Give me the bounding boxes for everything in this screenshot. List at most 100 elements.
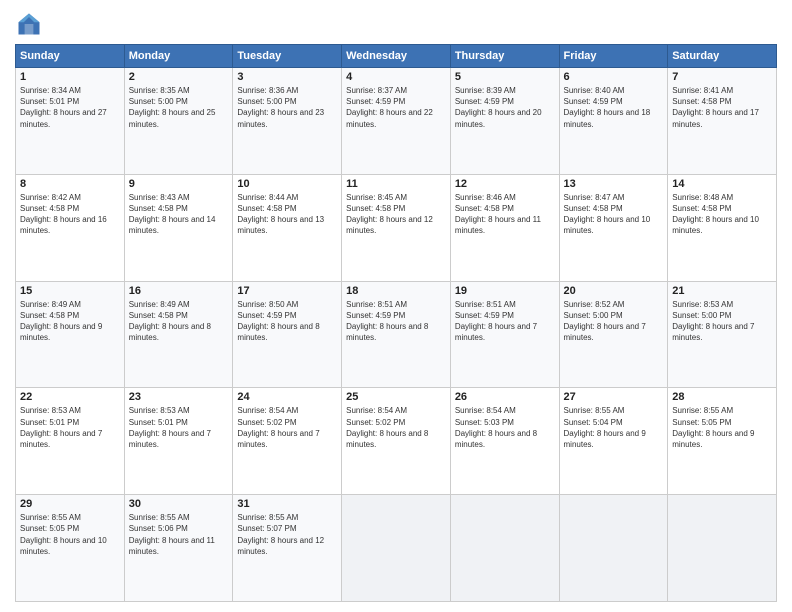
day-number: 8	[20, 178, 120, 190]
day-cell: 5 Sunrise: 8:39 AMSunset: 4:59 PMDaylight…	[450, 68, 559, 175]
day-info: Sunrise: 8:55 AMSunset: 5:05 PMDaylight:…	[20, 513, 107, 556]
day-cell: 28 Sunrise: 8:55 AMSunset: 5:05 PMDayligh…	[668, 388, 777, 495]
col-header-thursday: Thursday	[450, 45, 559, 68]
day-number: 27	[564, 391, 664, 403]
day-number: 24	[237, 391, 337, 403]
day-cell	[668, 495, 777, 602]
day-number: 7	[672, 71, 772, 83]
day-info: Sunrise: 8:46 AMSunset: 4:58 PMDaylight:…	[455, 193, 541, 236]
day-cell: 26 Sunrise: 8:54 AMSunset: 5:03 PMDayligh…	[450, 388, 559, 495]
day-info: Sunrise: 8:48 AMSunset: 4:58 PMDaylight:…	[672, 193, 759, 236]
col-header-tuesday: Tuesday	[233, 45, 342, 68]
day-cell: 17Sunrise: 8:50 AMSunset: 4:59 PMDayligh…	[233, 281, 342, 388]
day-cell: 2 Sunrise: 8:35 AMSunset: 5:00 PMDaylight…	[124, 68, 233, 175]
day-info: Sunrise: 8:34 AMSunset: 5:01 PMDaylight:…	[20, 86, 107, 129]
day-number: 21	[672, 285, 772, 297]
day-info: Sunrise: 8:44 AMSunset: 4:58 PMDaylight:…	[237, 193, 324, 236]
day-info: Sunrise: 8:39 AMSunset: 4:59 PMDaylight:…	[455, 86, 542, 129]
day-cell: 4Sunrise: 8:37 AMSunset: 4:59 PMDaylight…	[342, 68, 451, 175]
day-info: Sunrise: 8:54 AMSunset: 5:03 PMDaylight:…	[455, 406, 537, 449]
day-number: 20	[564, 285, 664, 297]
day-cell: 7 Sunrise: 8:41 AMSunset: 4:58 PMDaylight…	[668, 68, 777, 175]
logo	[15, 10, 47, 38]
day-number: 25	[346, 391, 446, 403]
day-info: Sunrise: 8:51 AMSunset: 4:59 PMDaylight:…	[455, 300, 537, 343]
col-header-friday: Friday	[559, 45, 668, 68]
day-info: Sunrise: 8:51 AMSunset: 4:59 PMDaylight:…	[346, 300, 428, 343]
day-cell: 20 Sunrise: 8:52 AMSunset: 5:00 PMDayligh…	[559, 281, 668, 388]
col-header-monday: Monday	[124, 45, 233, 68]
day-number: 11	[346, 178, 446, 190]
day-info: Sunrise: 8:43 AMSunset: 4:58 PMDaylight:…	[129, 193, 216, 236]
day-number: 14	[672, 178, 772, 190]
day-info: Sunrise: 8:36 AMSunset: 5:00 PMDaylight:…	[237, 86, 324, 129]
day-number: 19	[455, 285, 555, 297]
day-cell: 6Sunrise: 8:40 AMSunset: 4:59 PMDaylight…	[559, 68, 668, 175]
day-number: 2	[129, 71, 229, 83]
week-row-5: 29 Sunrise: 8:55 AMSunset: 5:05 PMDayligh…	[16, 495, 777, 602]
week-row-2: 8 Sunrise: 8:42 AMSunset: 4:58 PMDaylight…	[16, 174, 777, 281]
day-cell: 19 Sunrise: 8:51 AMSunset: 4:59 PMDayligh…	[450, 281, 559, 388]
day-number: 9	[129, 178, 229, 190]
col-header-saturday: Saturday	[668, 45, 777, 68]
day-info: Sunrise: 8:54 AMSunset: 5:02 PMDaylight:…	[237, 406, 319, 449]
day-info: Sunrise: 8:54 AMSunset: 5:02 PMDaylight:…	[346, 406, 428, 449]
day-cell: 31 Sunrise: 8:55 AMSunset: 5:07 PMDayligh…	[233, 495, 342, 602]
day-cell: 11Sunrise: 8:45 AMSunset: 4:58 PMDayligh…	[342, 174, 451, 281]
day-number: 23	[129, 391, 229, 403]
day-info: Sunrise: 8:53 AMSunset: 5:01 PMDaylight:…	[20, 406, 102, 449]
day-cell: 29 Sunrise: 8:55 AMSunset: 5:05 PMDayligh…	[16, 495, 125, 602]
day-number: 26	[455, 391, 555, 403]
day-cell: 25 Sunrise: 8:54 AMSunset: 5:02 PMDayligh…	[342, 388, 451, 495]
week-row-4: 22 Sunrise: 8:53 AMSunset: 5:01 PMDayligh…	[16, 388, 777, 495]
day-number: 3	[237, 71, 337, 83]
day-info: Sunrise: 8:52 AMSunset: 5:00 PMDaylight:…	[564, 300, 646, 343]
day-cell	[450, 495, 559, 602]
logo-icon	[15, 10, 43, 38]
day-number: 28	[672, 391, 772, 403]
day-cell: 9 Sunrise: 8:43 AMSunset: 4:58 PMDaylight…	[124, 174, 233, 281]
day-info: Sunrise: 8:41 AMSunset: 4:58 PMDaylight:…	[672, 86, 759, 129]
day-number: 30	[129, 498, 229, 510]
week-row-3: 15 Sunrise: 8:49 AMSunset: 4:58 PMDayligh…	[16, 281, 777, 388]
day-cell: 15 Sunrise: 8:49 AMSunset: 4:58 PMDayligh…	[16, 281, 125, 388]
day-number: 17	[237, 285, 337, 297]
day-cell: 18 Sunrise: 8:51 AMSunset: 4:59 PMDayligh…	[342, 281, 451, 388]
day-cell: 8 Sunrise: 8:42 AMSunset: 4:58 PMDaylight…	[16, 174, 125, 281]
calendar-table: SundayMondayTuesdayWednesdayThursdayFrid…	[15, 44, 777, 602]
day-info: Sunrise: 8:49 AMSunset: 4:58 PMDaylight:…	[129, 300, 211, 343]
day-info: Sunrise: 8:55 AMSunset: 5:06 PMDaylight:…	[129, 513, 215, 556]
day-number: 13	[564, 178, 664, 190]
day-info: Sunrise: 8:49 AMSunset: 4:58 PMDaylight:…	[20, 300, 102, 343]
day-number: 16	[129, 285, 229, 297]
day-info: Sunrise: 8:40 AMSunset: 4:59 PMDaylight:…	[564, 86, 651, 129]
day-cell: 1Sunrise: 8:34 AMSunset: 5:01 PMDaylight…	[16, 68, 125, 175]
day-cell: 21 Sunrise: 8:53 AMSunset: 5:00 PMDayligh…	[668, 281, 777, 388]
day-cell: 24 Sunrise: 8:54 AMSunset: 5:02 PMDayligh…	[233, 388, 342, 495]
day-cell	[559, 495, 668, 602]
day-number: 5	[455, 71, 555, 83]
day-cell: 3 Sunrise: 8:36 AMSunset: 5:00 PMDaylight…	[233, 68, 342, 175]
header	[15, 10, 777, 38]
week-row-1: 1Sunrise: 8:34 AMSunset: 5:01 PMDaylight…	[16, 68, 777, 175]
day-info: Sunrise: 8:42 AMSunset: 4:58 PMDaylight:…	[20, 193, 107, 236]
day-info: Sunrise: 8:53 AMSunset: 5:00 PMDaylight:…	[672, 300, 754, 343]
day-number: 15	[20, 285, 120, 297]
page: SundayMondayTuesdayWednesdayThursdayFrid…	[0, 0, 792, 612]
day-info: Sunrise: 8:55 AMSunset: 5:05 PMDaylight:…	[672, 406, 754, 449]
day-cell: 16 Sunrise: 8:49 AMSunset: 4:58 PMDayligh…	[124, 281, 233, 388]
day-number: 12	[455, 178, 555, 190]
day-number: 4	[346, 71, 446, 83]
day-info: Sunrise: 8:47 AMSunset: 4:58 PMDaylight:…	[564, 193, 651, 236]
day-cell: 14 Sunrise: 8:48 AMSunset: 4:58 PMDayligh…	[668, 174, 777, 281]
day-cell: 12 Sunrise: 8:46 AMSunset: 4:58 PMDayligh…	[450, 174, 559, 281]
day-cell: 10Sunrise: 8:44 AMSunset: 4:58 PMDayligh…	[233, 174, 342, 281]
day-number: 31	[237, 498, 337, 510]
col-header-wednesday: Wednesday	[342, 45, 451, 68]
day-number: 18	[346, 285, 446, 297]
day-number: 22	[20, 391, 120, 403]
day-info: Sunrise: 8:35 AMSunset: 5:00 PMDaylight:…	[129, 86, 216, 129]
calendar-header-row: SundayMondayTuesdayWednesdayThursdayFrid…	[16, 45, 777, 68]
day-number: 29	[20, 498, 120, 510]
day-info: Sunrise: 8:55 AMSunset: 5:07 PMDaylight:…	[237, 513, 324, 556]
